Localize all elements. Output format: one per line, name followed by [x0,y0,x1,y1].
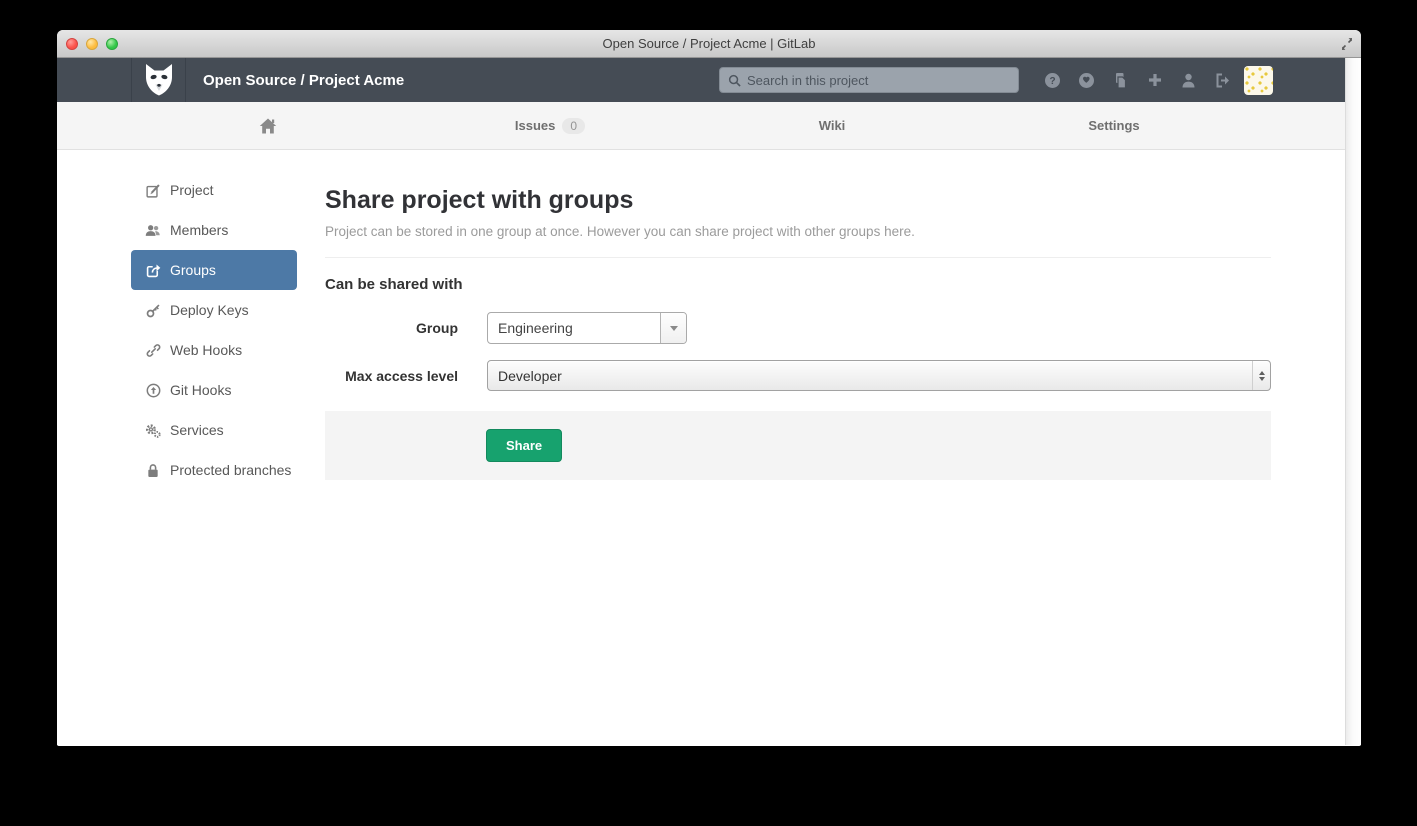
copy-icon[interactable] [1112,72,1129,89]
users-icon [145,223,161,238]
scrollbar-track[interactable] [1345,58,1361,745]
svg-text:?: ? [1049,76,1055,87]
sign-out-icon[interactable] [1214,72,1231,89]
sidebar-item-label: Members [170,222,228,238]
search-icon [728,74,741,87]
sidebar-item-members[interactable]: Members [131,210,297,250]
pencil-square-icon [145,183,161,198]
gitlab-logo[interactable] [131,58,186,102]
search-box[interactable] [719,67,1019,93]
user-icon[interactable] [1180,72,1197,89]
nav-item-settings[interactable]: Settings [973,102,1255,149]
header-icon-bar: ? [1044,72,1231,89]
arrow-circle-up-icon [145,383,161,398]
gitlab-fox-logo-icon [143,63,175,97]
browser-window: Open Source / Project Acme | GitLab [57,30,1361,746]
nav-item-label: Settings [1088,118,1139,133]
nav-item-wiki[interactable]: Wiki [691,102,973,149]
max-access-select-value: Developer [488,368,1252,384]
sidebar-item-project[interactable]: Project [131,170,297,210]
sidebar-item-git-hooks[interactable]: Git Hooks [131,370,297,410]
max-access-label: Max access level [325,368,458,384]
page-title: Share project with groups [325,186,1271,215]
resize-icon[interactable] [1340,37,1354,56]
max-access-select[interactable]: Developer [487,360,1271,391]
lock-icon [145,463,161,478]
sidebar-item-web-hooks[interactable]: Web Hooks [131,330,297,370]
form-actions: Share [325,411,1271,480]
sidebar-item-label: Services [170,422,224,438]
group-select[interactable]: Engineering [487,312,687,344]
window-title: Open Source / Project Acme | GitLab [603,36,816,51]
home-icon [259,118,277,134]
sidebar-item-label: Groups [170,262,216,278]
sidebar-item-deploy-keys[interactable]: Deploy Keys [131,290,297,330]
sidebar-item-label: Web Hooks [170,342,242,358]
globe-icon[interactable] [1078,72,1095,89]
sidebar-item-protected-branches[interactable]: Protected branches [131,450,297,490]
settings-sidebar: Project Members [131,150,297,745]
divider [325,257,1271,258]
zoom-window-button[interactable] [106,38,118,50]
sidebar-item-groups[interactable]: Groups [131,250,297,290]
user-avatar[interactable] [1244,66,1273,95]
minimize-window-button[interactable] [86,38,98,50]
link-icon [145,343,161,358]
group-form-row: Group Engineering [325,312,1271,344]
nav-item-label: Issues [515,118,555,133]
max-access-form-row: Max access level Developer [325,360,1271,391]
page-description: Project can be stored in one group at on… [325,224,1271,239]
project-breadcrumb-title: Open Source / Project Acme [203,72,404,89]
plus-icon[interactable] [1146,72,1163,89]
share-square-icon [145,263,161,278]
share-button[interactable]: Share [486,429,562,462]
group-select-arrow[interactable] [660,313,686,343]
sidebar-item-label: Deploy Keys [170,302,249,318]
app-header: Open Source / Project Acme ? [57,58,1345,102]
sidebar-item-label: Protected branches [170,462,291,478]
key-icon [145,303,161,318]
window-controls [66,38,118,50]
nav-item-issues[interactable]: Issues 0 [409,102,691,149]
sidebar-item-label: Git Hooks [170,382,231,398]
select-stepper-icon [1252,361,1270,390]
close-window-button[interactable] [66,38,78,50]
section-heading: Can be shared with [325,276,1271,293]
group-label: Group [325,320,458,336]
nav-item-home[interactable] [127,102,409,149]
titlebar: Open Source / Project Acme | GitLab [57,30,1361,58]
sidebar-item-services[interactable]: Services [131,410,297,450]
nav-item-label: Wiki [819,118,846,133]
group-select-value: Engineering [488,320,660,336]
sidebar-item-label: Project [170,182,214,198]
search-input[interactable] [747,73,1010,88]
chevron-down-icon [670,326,678,331]
help-icon[interactable]: ? [1044,72,1061,89]
issues-count-badge: 0 [562,118,585,134]
project-nav: Issues 0 Wiki Settings [57,102,1345,150]
gears-icon [145,423,161,438]
